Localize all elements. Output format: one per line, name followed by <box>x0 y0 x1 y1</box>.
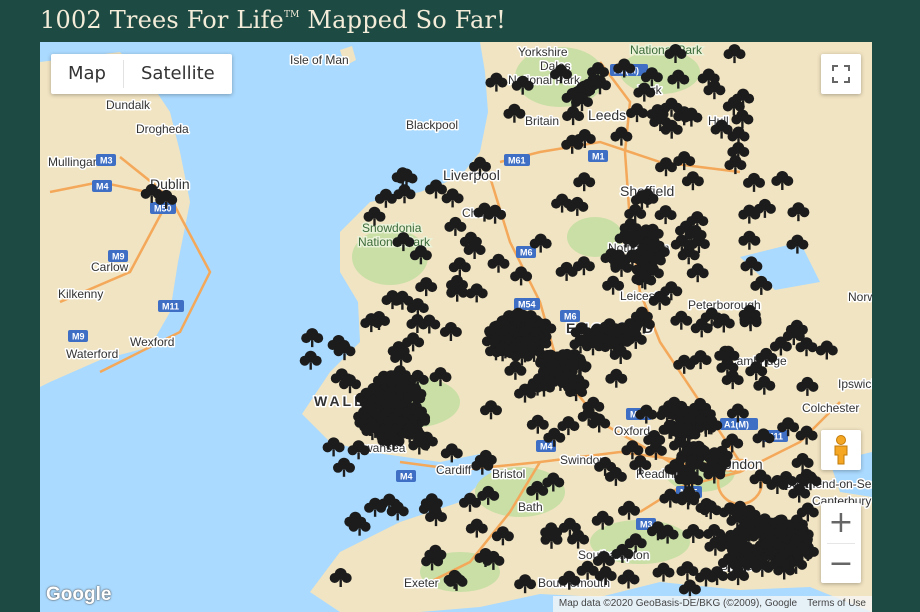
label-blackpool: Blackpool <box>406 118 458 132</box>
road-shield-label: M50 <box>154 204 172 214</box>
label-drogheda: Drogheda <box>136 122 189 136</box>
zoom-out-button[interactable]: − <box>821 543 861 583</box>
terms-of-use-link[interactable]: Terms of Use <box>807 596 866 612</box>
fullscreen-button[interactable] <box>821 54 861 94</box>
label-leeds: Leeds <box>588 107 626 123</box>
label-cardiff: Cardiff <box>436 463 472 477</box>
label-carlow: Carlow <box>91 260 129 274</box>
zoom-control: + − <box>821 503 861 583</box>
label-colchester: Colchester <box>802 401 859 415</box>
map-type-map-button[interactable]: Map <box>51 54 123 94</box>
label-oxford: Oxford <box>614 424 650 438</box>
map-type-control: Map Satellite <box>51 54 232 94</box>
road-shield-label: M4 <box>400 472 413 482</box>
attribution-text: Map data ©2020 GeoBasis-DE/BKG (©2009), … <box>558 598 798 609</box>
zoom-in-button[interactable]: + <box>821 503 861 543</box>
google-logo[interactable]: Google <box>46 584 111 606</box>
road-shield-label: M6 <box>520 248 533 258</box>
label-isle-of-man: Isle of Man <box>290 53 349 67</box>
street-view-pegman-button[interactable] <box>821 430 861 470</box>
label-bath: Bath <box>518 500 543 514</box>
road-shield-label: M61 <box>508 156 526 166</box>
road-shield-label: M6 <box>564 312 577 322</box>
label-snowdonia: Snowdonia <box>362 221 422 235</box>
map-type-satellite-button[interactable]: Satellite <box>124 54 232 94</box>
road-shield-label: M4 <box>96 182 109 192</box>
road-shield-label: M9 <box>72 332 85 342</box>
map-attribution: Map data ©2020 GeoBasis-DE/BKG (©2009), … <box>552 596 872 612</box>
label-ipswich: Ipswich <box>838 377 872 391</box>
road-shield-label: M4 <box>540 442 553 452</box>
map-canvas[interactable]: Isle of Man Yorkshire Dales National Par… <box>40 42 872 612</box>
label-kilkenny: Kilkenny <box>58 287 103 301</box>
label-mullingar: Mullingar <box>48 155 97 169</box>
label-waterford: Waterford <box>66 347 118 361</box>
label-dundalk: Dundalk <box>106 98 151 112</box>
pegman-icon <box>834 435 848 465</box>
label-norwich: Norwich <box>848 290 872 304</box>
road-shield-label: M3 <box>100 156 113 166</box>
label-britain: Britain <box>525 114 559 128</box>
road-shield-label: M1 <box>592 152 605 162</box>
label-yorkshire: Yorkshire <box>518 45 568 59</box>
page-title: 1002 Trees For LifeTM Mapped So Far! <box>40 6 506 34</box>
label-wexford: Wexford <box>130 335 174 349</box>
label-exeter: Exeter <box>404 576 439 590</box>
road-shield-label: M11 <box>162 302 179 312</box>
road-shield-label: M9 <box>112 252 125 262</box>
fullscreen-icon <box>832 65 850 83</box>
label-bristol: Bristol <box>492 467 525 481</box>
road-shield-label: M54 <box>518 300 536 310</box>
road-shield-label: A1(M) <box>724 420 749 430</box>
map[interactable]: Isle of Man Yorkshire Dales National Par… <box>40 42 872 612</box>
